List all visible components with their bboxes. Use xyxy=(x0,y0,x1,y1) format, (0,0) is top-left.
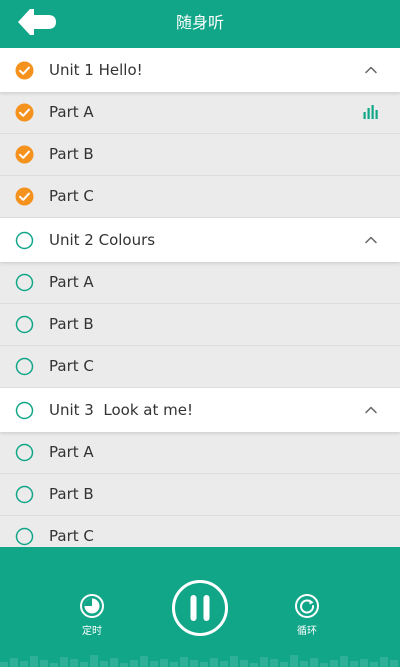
part-row[interactable]: Part C xyxy=(0,176,400,218)
timer-icon xyxy=(80,594,104,618)
unit-header-row[interactable]: Unit 2 Colours xyxy=(0,218,400,262)
empty-circle-icon xyxy=(15,357,34,376)
part-row[interactable]: Part B xyxy=(0,134,400,176)
loop-label: 循环 xyxy=(297,626,317,637)
loop-icon xyxy=(295,594,319,618)
back-button[interactable] xyxy=(14,4,60,40)
empty-circle-icon xyxy=(15,231,34,250)
part-row[interactable]: Part A xyxy=(0,262,400,304)
check-circle-icon xyxy=(15,103,34,122)
part-title: Part C xyxy=(49,187,94,205)
part-row[interactable]: Part C xyxy=(0,516,400,547)
part-title: Part B xyxy=(49,485,94,503)
part-title: Part A xyxy=(49,103,94,121)
timer-button[interactable]: 定时 xyxy=(72,593,112,637)
empty-circle-icon xyxy=(15,315,34,334)
pause-button[interactable] xyxy=(171,579,229,637)
empty-circle-icon xyxy=(15,443,34,462)
track-list[interactable]: Unit 1 Hello! Part A Part B Part C Unit 2 Co… xyxy=(0,48,400,547)
app-screen: 随身听 Unit 1 Hello! Part A Part B Part C Unit … xyxy=(0,0,400,667)
part-row[interactable]: Part B xyxy=(0,474,400,516)
loop-button[interactable]: 循环 xyxy=(287,593,327,637)
header-bar: 随身听 xyxy=(0,0,400,48)
part-title: Part A xyxy=(49,443,94,461)
audio-wave-decoration xyxy=(0,655,398,667)
pause-icon xyxy=(172,580,228,636)
part-row[interactable]: Part B xyxy=(0,304,400,346)
unit-title: Unit 3 Look at me! xyxy=(49,401,193,419)
empty-circle-icon xyxy=(15,485,34,504)
timer-label: 定时 xyxy=(82,626,102,637)
part-title: Part B xyxy=(49,145,94,163)
part-title: Part B xyxy=(49,315,94,333)
part-row[interactable]: Part A xyxy=(0,432,400,474)
empty-circle-icon xyxy=(15,273,34,292)
chevron-up-icon[interactable] xyxy=(364,403,378,417)
unit-title: Unit 2 Colours xyxy=(49,231,156,249)
chevron-up-icon[interactable] xyxy=(364,63,378,77)
unit-header-row[interactable]: Unit 3 Look at me! xyxy=(0,388,400,432)
empty-circle-icon xyxy=(15,401,34,420)
check-circle-icon xyxy=(15,145,34,164)
unit-title: Unit 1 Hello! xyxy=(49,61,143,79)
part-row[interactable]: Part A xyxy=(0,92,400,134)
check-circle-icon xyxy=(15,61,34,80)
equalizer-icon xyxy=(363,105,378,119)
player-bar: 定时 循环 xyxy=(0,547,400,667)
part-title: Part C xyxy=(49,357,94,375)
part-row[interactable]: Part C xyxy=(0,346,400,388)
part-title: Part C xyxy=(49,527,94,545)
part-title: Part A xyxy=(49,273,94,291)
chevron-up-icon[interactable] xyxy=(364,233,378,247)
check-circle-icon xyxy=(15,187,34,206)
empty-circle-icon xyxy=(15,527,34,546)
back-arrow-icon xyxy=(18,9,56,35)
page-title: 随身听 xyxy=(175,13,224,32)
unit-header-row[interactable]: Unit 1 Hello! xyxy=(0,48,400,92)
